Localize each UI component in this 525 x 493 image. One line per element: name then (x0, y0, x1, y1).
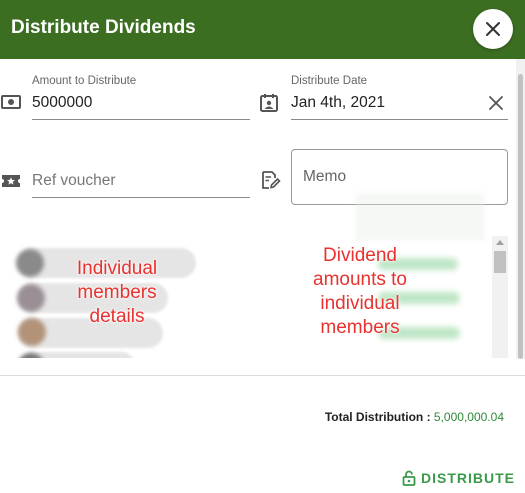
total-value: 5,000,000.04 (433, 410, 504, 424)
dialog-scrollbar-thumb[interactable] (518, 74, 523, 359)
voucher-star-icon (1, 171, 21, 191)
amounts-annotation: Dividend amounts to individual members (313, 245, 407, 338)
avatar (18, 318, 46, 346)
close-button[interactable] (473, 9, 513, 49)
ref-voucher-underline (32, 197, 250, 198)
amount-underline (32, 119, 250, 120)
members-list-scrollbar[interactable] (492, 236, 508, 358)
money-icon (1, 93, 21, 111)
lock-open-icon (402, 470, 416, 486)
members-list-scroll-thumb[interactable] (494, 251, 506, 273)
footer-divider (0, 375, 525, 376)
members-annotation: Individual members details (76, 258, 158, 327)
dialog-title: Distribute Dividends (11, 17, 196, 38)
dialog-header: Distribute Dividends (0, 0, 525, 59)
distribute-label: DISTRIBUTE (421, 470, 515, 486)
scroll-up-arrow-icon[interactable] (496, 240, 504, 245)
contact-calendar-icon[interactable] (259, 92, 279, 113)
avatar (16, 249, 44, 277)
ref-voucher-input[interactable]: Ref voucher (32, 172, 116, 190)
amount-input[interactable]: 5000000 (32, 94, 92, 112)
close-icon (486, 22, 500, 36)
avatar (17, 284, 45, 312)
amount-label: Amount to Distribute (32, 75, 137, 87)
dialog-scrollbar[interactable] (516, 59, 525, 359)
date-input[interactable]: Jan 4th, 2021 (291, 94, 385, 112)
distribute-button[interactable]: DISTRIBUTE (402, 467, 515, 489)
edit-note-icon (259, 169, 281, 191)
date-label: Distribute Date (291, 75, 368, 87)
total-label: Total Distribution : (324, 410, 431, 424)
distribute-dividends-dialog: Distribute Dividends Amount to Distribut… (0, 0, 525, 493)
total-distribution: Total Distribution : 5,000,000.04 (325, 410, 504, 424)
date-underline (291, 119, 508, 120)
clear-icon[interactable] (486, 93, 506, 113)
memo-placeholder: Memo (303, 168, 347, 185)
